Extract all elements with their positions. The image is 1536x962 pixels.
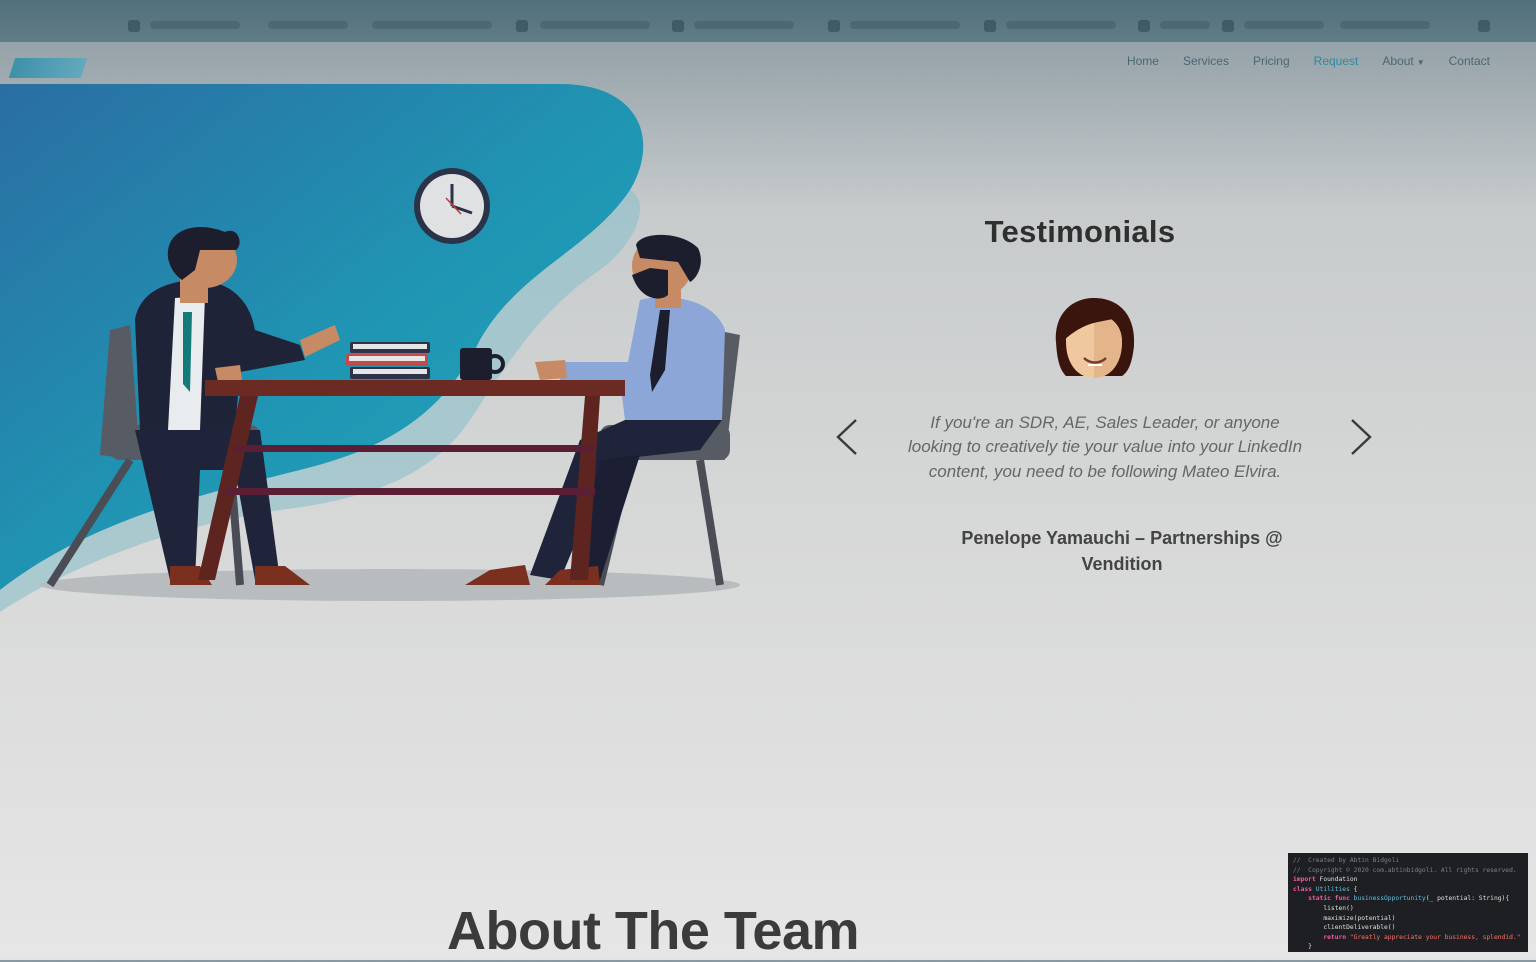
- main-nav: Home Services Pricing Request About ▼ Con…: [1127, 54, 1490, 68]
- testimonials-title: Testimonials: [984, 214, 1176, 249]
- code-line: // Created by Abtin Bidgoli: [1293, 857, 1400, 864]
- nav-contact[interactable]: Contact: [1449, 54, 1490, 68]
- code-string: "Greatly appreciate your business, splen…: [1346, 933, 1521, 941]
- bookmark-icon[interactable]: [1222, 20, 1234, 32]
- code-keyword: class: [1293, 885, 1312, 893]
- code-line: clientDeliverable(): [1323, 924, 1396, 932]
- code-keyword: return: [1323, 933, 1347, 941]
- testimonial-author: Penelope Yamauchi – Partnerships @ Vendi…: [961, 528, 1283, 574]
- code-line: listen(): [1323, 904, 1354, 912]
- nav-services[interactable]: Services: [1183, 54, 1229, 68]
- bookmark-icon[interactable]: [1138, 20, 1150, 32]
- bookmark-item[interactable]: [1006, 21, 1116, 29]
- bookmark-icon[interactable]: [128, 20, 140, 32]
- bookmark-item[interactable]: [540, 21, 650, 29]
- code-line: }: [1308, 943, 1312, 951]
- site-logo[interactable]: [8, 58, 88, 78]
- bookmark-icon[interactable]: [672, 20, 684, 32]
- code-line: maximize(potential): [1323, 914, 1396, 922]
- avatar: [1055, 298, 1135, 378]
- bookmark-item[interactable]: [694, 21, 794, 29]
- code-function: businessOpportunity: [1349, 895, 1426, 903]
- nav-pricing[interactable]: Pricing: [1253, 54, 1290, 68]
- bookmark-item[interactable]: [268, 21, 348, 29]
- browser-bookmarks-bar: [0, 0, 1536, 42]
- code-text: Foundation: [1315, 876, 1358, 884]
- carousel-next-button[interactable]: [1348, 418, 1378, 456]
- nav-home[interactable]: Home: [1127, 54, 1159, 68]
- code-snippet: // Created by Abtin Bidgoli // Copyright…: [1288, 853, 1528, 952]
- bookmark-icon[interactable]: [516, 20, 528, 32]
- bookmark-item[interactable]: [850, 21, 960, 29]
- code-keyword: import: [1293, 876, 1316, 884]
- meeting-illustration: [0, 84, 740, 612]
- bookmark-icon[interactable]: [984, 20, 996, 32]
- nav-about-dropdown[interactable]: About ▼: [1382, 54, 1424, 68]
- chevron-down-icon: ▼: [1416, 58, 1425, 67]
- floor-shadow: [40, 569, 740, 601]
- code-text: {: [1349, 885, 1358, 893]
- clock-icon: [414, 168, 490, 244]
- nav-about-label: About: [1382, 54, 1414, 68]
- bookmark-item[interactable]: [1340, 21, 1430, 29]
- bookmark-icon[interactable]: [1478, 20, 1490, 32]
- bookmark-item[interactable]: [150, 21, 240, 29]
- testimonials-section: Testimonials: [900, 214, 1260, 250]
- bookmark-icon[interactable]: [828, 20, 840, 32]
- code-keyword: static func: [1308, 895, 1350, 903]
- bookmark-item[interactable]: [1244, 21, 1324, 29]
- code-text: (_ potential: String){: [1425, 895, 1510, 903]
- bookmark-item[interactable]: [1160, 21, 1210, 29]
- code-line: // Copyright © 2020 com.abtinbidgoli. Al…: [1293, 866, 1517, 874]
- code-type: Utilities: [1311, 885, 1350, 893]
- books-stack: [346, 342, 430, 379]
- carousel-prev-button[interactable]: [834, 418, 864, 456]
- bookmark-item[interactable]: [372, 21, 492, 29]
- chevron-left-icon: [836, 419, 857, 455]
- chevron-right-icon: [1351, 419, 1372, 455]
- testimonial-quote: If you're an SDR, AE, Sales Leader, or a…: [907, 413, 1303, 481]
- nav-request[interactable]: Request: [1314, 54, 1359, 68]
